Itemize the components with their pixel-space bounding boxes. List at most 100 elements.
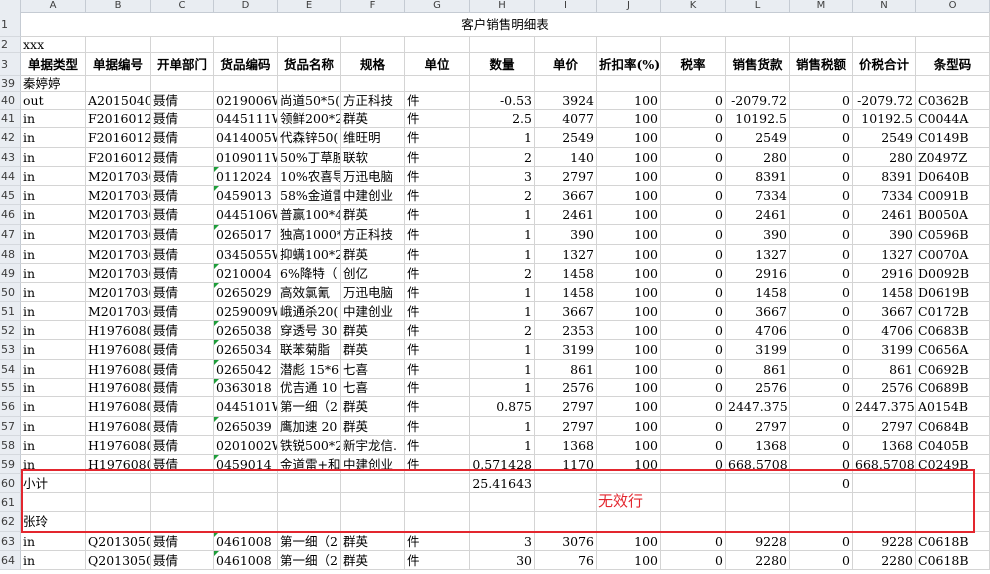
cell-i39[interactable]: [535, 76, 597, 92]
row-number[interactable]: 58: [0, 436, 21, 455]
cell-m58[interactable]: 0: [790, 436, 853, 455]
cell-l57[interactable]: 2797: [726, 417, 790, 436]
cell-f57[interactable]: 群英: [341, 417, 405, 436]
cell-m48[interactable]: 0: [790, 245, 853, 264]
cell-i56[interactable]: 2797: [535, 397, 597, 417]
cell-h47[interactable]: 1: [470, 225, 535, 245]
cell-k57[interactable]: 0: [661, 417, 726, 436]
cell-b56[interactable]: H19760805: [86, 397, 151, 417]
row-number[interactable]: 2: [0, 37, 21, 53]
cell-e56[interactable]: 第一细（2: [278, 397, 341, 417]
cell-o40[interactable]: C0362B: [916, 92, 990, 110]
cell-h49[interactable]: 2: [470, 264, 535, 283]
cell-c58[interactable]: 聂倩: [151, 436, 214, 455]
column-header-h[interactable]: H: [470, 0, 535, 12]
cell-h56[interactable]: 0.875: [470, 397, 535, 417]
cell-g42[interactable]: 件: [405, 128, 470, 148]
cell-e2[interactable]: [278, 37, 341, 53]
cell-k50[interactable]: 0: [661, 283, 726, 302]
cell-d40[interactable]: 0219006W: [214, 92, 278, 110]
cell-o45[interactable]: C0091B: [916, 186, 990, 205]
cell-o58[interactable]: C0405B: [916, 436, 990, 455]
cell-h46[interactable]: 1: [470, 205, 535, 225]
cell-i47[interactable]: 390: [535, 225, 597, 245]
row-number[interactable]: 46: [0, 205, 21, 225]
cell-j53[interactable]: 100: [597, 340, 661, 360]
cell-m45[interactable]: 0: [790, 186, 853, 205]
cell-g43[interactable]: 件: [405, 148, 470, 167]
cell-e51[interactable]: 峨通杀20(: [278, 302, 341, 321]
cell-g48[interactable]: 件: [405, 245, 470, 264]
cell-d51[interactable]: 0259009W: [214, 302, 278, 321]
cell-b41[interactable]: F20160128: [86, 110, 151, 128]
cell-i58[interactable]: 1368: [535, 436, 597, 455]
cell-o57[interactable]: C0684B: [916, 417, 990, 436]
cell-o43[interactable]: Z0497Z: [916, 148, 990, 167]
cell-c43[interactable]: 聂倩: [151, 148, 214, 167]
cell-i48[interactable]: 1327: [535, 245, 597, 264]
row-number[interactable]: 59: [0, 455, 21, 474]
cell-n47[interactable]: 390: [853, 225, 916, 245]
cell-n46[interactable]: 2461: [853, 205, 916, 225]
cell-a51[interactable]: in: [21, 302, 86, 321]
cell-f47[interactable]: 方正科技: [341, 225, 405, 245]
row-number[interactable]: 45: [0, 186, 21, 205]
cell-d55[interactable]: 0363018: [214, 379, 278, 397]
cell-j43[interactable]: 100: [597, 148, 661, 167]
column-header-l[interactable]: L: [726, 0, 790, 12]
row-number[interactable]: 60: [0, 474, 21, 493]
cell-a46[interactable]: in: [21, 205, 86, 225]
cell-b54[interactable]: H19760805: [86, 360, 151, 379]
cell-n39[interactable]: [853, 76, 916, 92]
column-header-f[interactable]: F: [341, 0, 405, 12]
cell-e53[interactable]: 联苯菊脂: [278, 340, 341, 360]
cell-c47[interactable]: 聂倩: [151, 225, 214, 245]
cell-o3[interactable]: 条型码: [916, 53, 990, 76]
cell-l3[interactable]: 销售货款: [726, 53, 790, 76]
row-number[interactable]: 51: [0, 302, 21, 321]
cell-h50[interactable]: 1: [470, 283, 535, 302]
cell-o44[interactable]: D0640B: [916, 167, 990, 186]
cell-n49[interactable]: 2916: [853, 264, 916, 283]
cell-c57[interactable]: 聂倩: [151, 417, 214, 436]
cell-b52[interactable]: H19760805: [86, 321, 151, 340]
cell-g56[interactable]: 件: [405, 397, 470, 417]
column-header-o[interactable]: O: [916, 0, 990, 12]
cell-n44[interactable]: 8391: [853, 167, 916, 186]
cell-f3[interactable]: 规格: [341, 53, 405, 76]
cell-c55[interactable]: 聂倩: [151, 379, 214, 397]
select-all-corner[interactable]: [0, 0, 21, 12]
cell-o49[interactable]: D0092B: [916, 264, 990, 283]
cell-m47[interactable]: 0: [790, 225, 853, 245]
cell-j45[interactable]: 100: [597, 186, 661, 205]
cell-n53[interactable]: 3199: [853, 340, 916, 360]
cell-i52[interactable]: 2353: [535, 321, 597, 340]
cell-k39[interactable]: [661, 76, 726, 92]
row-number[interactable]: 52: [0, 321, 21, 340]
cell-k55[interactable]: 0: [661, 379, 726, 397]
cell-j41[interactable]: 100: [597, 110, 661, 128]
column-header-g[interactable]: G: [405, 0, 470, 12]
row-number[interactable]: 3: [0, 53, 21, 76]
cell-b2[interactable]: [86, 37, 151, 53]
cell-i45[interactable]: 3667: [535, 186, 597, 205]
cell-o55[interactable]: C0689B: [916, 379, 990, 397]
cell-m3[interactable]: 销售税额: [790, 53, 853, 76]
cell-b3[interactable]: 单据编号: [86, 53, 151, 76]
cell-n40[interactable]: -2079.72: [853, 92, 916, 110]
column-header-b[interactable]: B: [86, 0, 151, 12]
cell-l44[interactable]: 8391: [726, 167, 790, 186]
cell-h53[interactable]: 1: [470, 340, 535, 360]
cell-a2[interactable]: xxx: [21, 37, 86, 53]
cell-m42[interactable]: 0: [790, 128, 853, 148]
cell-b64[interactable]: Q20130507: [86, 551, 151, 570]
cell-b50[interactable]: M20170309: [86, 283, 151, 302]
cell-h57[interactable]: 1: [470, 417, 535, 436]
cell-g46[interactable]: 件: [405, 205, 470, 225]
cell-m41[interactable]: 0: [790, 110, 853, 128]
cell-d56[interactable]: 0445101W: [214, 397, 278, 417]
cell-b39[interactable]: [86, 76, 151, 92]
cell-d46[interactable]: 0445106W: [214, 205, 278, 225]
cell-c50[interactable]: 聂倩: [151, 283, 214, 302]
cell-l2[interactable]: [726, 37, 790, 53]
